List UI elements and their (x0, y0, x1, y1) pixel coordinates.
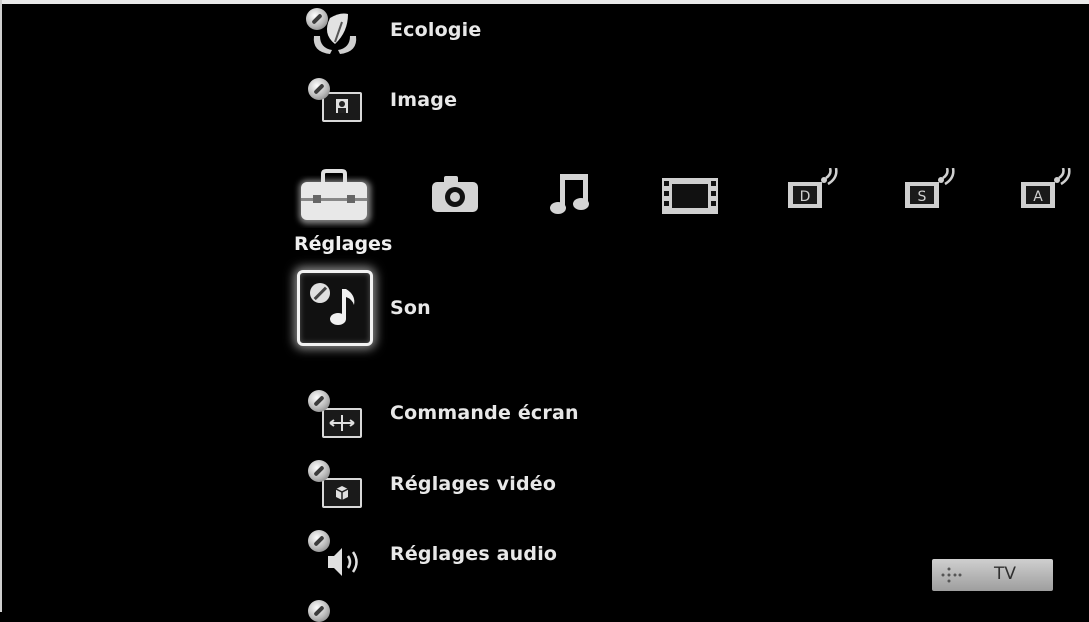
video-settings-icon (300, 458, 370, 518)
category-digital-tv[interactable]: D (784, 168, 844, 222)
category-letter: S (918, 189, 927, 205)
menu-item-label: Réglages vidéo (390, 473, 557, 495)
satellite-broadcast-icon: S (905, 168, 955, 208)
menu-item-reglages-audio[interactable]: Réglages audio (300, 528, 700, 588)
input-tv-badge[interactable]: TV (932, 559, 1053, 591)
category-music[interactable] (548, 168, 592, 222)
wrench-icon (308, 600, 330, 622)
menu-item-commande-ecran[interactable]: Commande écran (300, 388, 700, 448)
category-selected-label: Réglages (294, 233, 393, 255)
left-border (0, 0, 2, 612)
image-settings-icon (300, 78, 370, 138)
menu-item-reglages-video[interactable]: Réglages vidéo (300, 458, 700, 518)
category-letter: D (800, 189, 811, 205)
category-letter: A (1033, 189, 1043, 205)
menu-item-label: Son (390, 297, 431, 319)
analog-broadcast-icon: A (1021, 168, 1071, 208)
input-tv-label: TV (994, 564, 1017, 584)
audio-settings-icon (300, 528, 370, 588)
category-video[interactable] (660, 168, 720, 222)
music-icon (550, 174, 589, 214)
menu-item-label: Ecologie (390, 19, 482, 41)
category-photo[interactable] (430, 168, 480, 222)
menu-item-label: Réglages audio (390, 543, 558, 565)
category-analog-tv[interactable]: A (1017, 168, 1077, 222)
menu-item-son[interactable]: Son (300, 286, 700, 346)
film-icon (662, 178, 718, 214)
ecology-hands-leaf-icon (300, 4, 370, 64)
menu-item-label: Commande écran (390, 402, 579, 424)
menu-item-image[interactable]: Image (300, 78, 700, 138)
menu-item-label: Image (390, 89, 458, 111)
input-dots-icon (941, 567, 962, 583)
toolbox-icon (299, 169, 371, 224)
digital-broadcast-icon: D (788, 168, 838, 208)
screen-control-icon (300, 388, 370, 448)
category-settings[interactable] (291, 168, 377, 224)
menu-item-ecologie[interactable]: Ecologie (300, 4, 700, 64)
camera-icon (432, 176, 478, 212)
category-satellite-tv[interactable]: S (901, 168, 961, 222)
